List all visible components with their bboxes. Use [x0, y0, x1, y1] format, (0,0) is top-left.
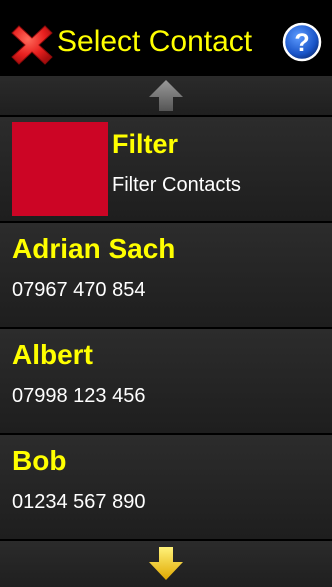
scroll-up-button[interactable]	[0, 76, 332, 115]
contact-phone: 01234 567 890	[12, 491, 146, 513]
contact-phone: 07998 123 456	[12, 385, 146, 407]
contact-item[interactable]: Albert 07998 123 456	[0, 329, 332, 433]
arrow-up-icon	[149, 80, 183, 111]
contact-item[interactable]: Bob 01234 567 890	[0, 435, 332, 539]
arrow-down-icon	[149, 547, 183, 580]
filter-title: Filter	[112, 129, 179, 159]
header-bar: Select Contact ?	[0, 0, 332, 74]
close-x-icon[interactable]	[10, 23, 54, 67]
page-title: Select Contact	[57, 25, 253, 58]
contact-name: Albert	[12, 339, 93, 370]
contact-phone: 07967 470 854	[12, 279, 146, 301]
filter-color-swatch	[12, 122, 108, 216]
filter-subtitle: Filter Contacts	[112, 174, 241, 196]
scroll-down-button[interactable]	[0, 541, 332, 587]
help-question-icon[interactable]: ?	[282, 22, 322, 62]
contact-item[interactable]: Adrian Sach 07967 470 854	[0, 223, 332, 327]
filter-item[interactable]: Filter Filter Contacts	[0, 117, 332, 221]
help-symbol: ?	[294, 29, 309, 57]
contact-name: Adrian Sach	[12, 233, 176, 264]
contact-name: Bob	[12, 445, 67, 476]
